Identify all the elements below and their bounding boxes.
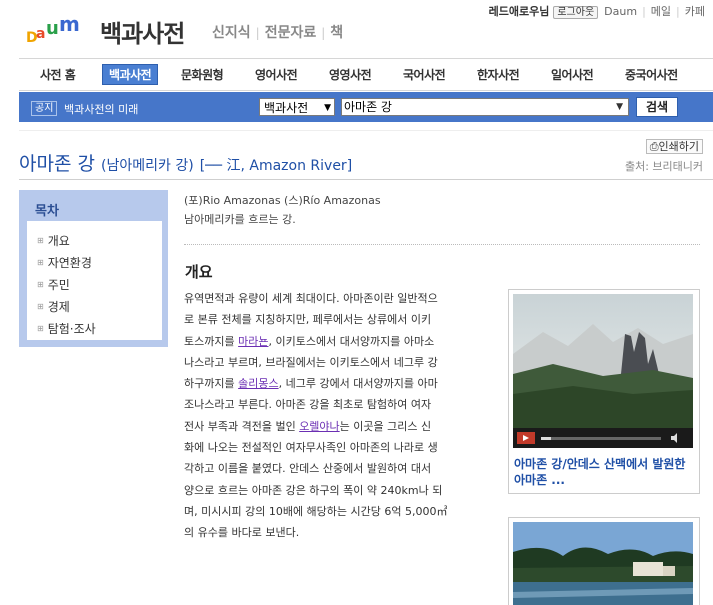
dictionary-title[interactable]: 백과사전 xyxy=(100,14,185,49)
dropdown-arrow-icon: ▼ xyxy=(324,103,331,113)
paragraph-line: 며, 미시시피 강의 10배에 해당하는 시간당 6억 5,000㎥ xyxy=(184,504,448,518)
toc-item[interactable]: ⊞ 개요 xyxy=(37,232,70,249)
search-button[interactable]: 검색 xyxy=(636,97,678,117)
toc-item[interactable]: ⊞ 주민 xyxy=(37,276,70,293)
article-source: 출처: 브리태니커 xyxy=(624,160,703,173)
utility-links: 레드애로우님 로그아웃 Daum | 메일 | 카페 xyxy=(488,5,705,19)
subnav-jisik[interactable]: 신지식 xyxy=(212,25,251,41)
paragraph-line: 전사 부족과 격전을 벌인 오렐야나는 이곳을 그리스 신 xyxy=(184,419,432,433)
article-title-hanja: [── 江, Amazon River] xyxy=(199,158,353,174)
table-of-contents: 목차 ⊞ 개요 ⊞ 자연환경 ⊞ 주민 ⊞ 경제 ⊞ 탐험·조사 xyxy=(19,190,168,347)
print-button[interactable]: ⎙인쇄하기 xyxy=(645,139,703,154)
video-thumbnail[interactable] xyxy=(513,294,693,448)
inline-link[interactable]: 마라뇬 xyxy=(238,335,268,348)
paragraph-line: 양으로 흐르는 아마존 강은 하구의 폭이 약 240km나 되 xyxy=(184,483,443,497)
article-title: 아마존 강 (남아메리카 강) [── 江, Amazon River] xyxy=(19,149,352,176)
paragraph-line: 로 본류 전체를 지칭하지만, 페루에서는 상류에서 이키 xyxy=(184,313,432,327)
article-title-sub: (남아메리카 강) xyxy=(101,158,194,174)
plus-icon: ⊞ xyxy=(37,280,44,289)
section-heading: 개요 xyxy=(185,263,213,281)
video-player[interactable]: 아마존 강/안데스 산맥에서 발원한 아마존 ... xyxy=(508,289,700,494)
plus-icon: ⊞ xyxy=(37,324,44,333)
paragraph-line: 조나스라고 부른다. 아마존 강을 최초로 탐험하여 여자 xyxy=(184,398,432,412)
tab-english[interactable]: 영어사전 xyxy=(255,66,298,83)
notice-badge: 공지 xyxy=(31,101,58,116)
paragraph-line: 토스까지를 마라뇬, 이키토스에서 대서양까지를 아마소 xyxy=(184,334,435,348)
paragraph-line: 하구까지를 솔리몽스, 네그루 강에서 대서양까지를 아마 xyxy=(184,377,438,391)
print-icon: ⎙ xyxy=(649,140,659,153)
paragraph-line: 나스라고 부르며, 브라질에서는 이키토스에서 네그루 강 xyxy=(184,355,438,369)
sub-navigation: 신지식 | 전문자료 | 책 xyxy=(212,25,344,41)
article-paragraph: 유역면적과 유량이 세계 최대이다. 아마존이란 일반적으로 본류 전체를 지칭… xyxy=(184,288,490,544)
svg-text:u: u xyxy=(46,18,59,39)
divider xyxy=(184,244,700,245)
autocomplete-arrow-icon[interactable]: ▼ xyxy=(616,99,623,115)
notice-link[interactable]: 백과사전의 미래 xyxy=(64,101,138,117)
inline-link[interactable]: 솔리몽스 xyxy=(238,377,278,390)
inline-link[interactable]: 오렐야나 xyxy=(299,420,339,433)
category-select[interactable]: 백과사전 ▼ xyxy=(259,98,335,116)
dictionary-tabs: 사전 홈 백과사전 문화원형 영어사전 영영사전 국어사전 한자사전 일어사전 … xyxy=(19,58,713,91)
paragraph-line: 유역면적과 유량이 세계 최대이다. 아마존이란 일반적으 xyxy=(184,292,438,305)
paragraph-line: 각하고 이름을 붙였다. 안데스 산중에서 발원하여 대서 xyxy=(184,462,432,476)
toc-item[interactable]: ⊞ 경제 xyxy=(37,298,70,315)
toc-list: ⊞ 개요 ⊞ 자연환경 ⊞ 주민 ⊞ 경제 ⊞ 탐험·조사 xyxy=(27,221,162,340)
alternate-names: (포)Rio Amazonas (스)Río Amazonas xyxy=(184,194,381,207)
logout-button[interactable]: 로그아웃 xyxy=(553,6,599,19)
tab-chinese[interactable]: 중국어사전 xyxy=(625,66,678,83)
search-input[interactable]: 아마존 강 ▼ xyxy=(341,98,629,116)
link-daum[interactable]: Daum xyxy=(604,5,637,18)
plus-icon: ⊞ xyxy=(37,258,44,267)
article-header: 아마존 강 (남아메리카 강) [── 江, Amazon River] ⎙인쇄… xyxy=(19,130,713,180)
search-bar: 공지 백과사전의 미래 백과사전 ▼ 아마존 강 ▼ 검색 xyxy=(19,92,713,122)
top-header: D a u m 백과사전 신지식 | 전문자료 | 책 레드애로우님 로그아웃 Daum | 메… xyxy=(0,0,713,56)
tab-home[interactable]: 사전 홈 xyxy=(40,66,76,83)
video-caption[interactable]: 아마존 강/안데스 산맥에서 발원한 아마존 ... xyxy=(514,456,698,488)
short-description: 남아메리카를 흐르는 강. xyxy=(184,213,296,226)
link-cafe[interactable]: 카페 xyxy=(685,5,705,18)
seek-bar[interactable] xyxy=(541,437,661,440)
tab-encyclopedia[interactable]: 백과사전 xyxy=(102,64,159,85)
category-select-value: 백과사전 xyxy=(264,101,309,115)
tab-japanese[interactable]: 일어사전 xyxy=(551,66,594,83)
toc-item[interactable]: ⊞ 탐험·조사 xyxy=(37,320,96,337)
username[interactable]: 레드애로우님 xyxy=(489,5,550,18)
article-title-main: 아마존 강 xyxy=(19,153,95,175)
link-mail[interactable]: 메일 xyxy=(651,5,671,18)
subnav-expert[interactable]: 전문자료 xyxy=(265,25,317,41)
svg-text:a: a xyxy=(36,26,45,42)
toc-item[interactable]: ⊞ 자연환경 xyxy=(37,254,92,271)
plus-icon: ⊞ xyxy=(37,236,44,245)
daum-logo[interactable]: D a u m xyxy=(26,14,92,44)
tab-korean[interactable]: 국어사전 xyxy=(403,66,446,83)
paragraph-line: 화에 나오는 전설적인 여자무사족인 아마존의 나라로 생 xyxy=(184,441,438,455)
subnav-book[interactable]: 책 xyxy=(330,25,343,41)
search-input-value: 아마존 강 xyxy=(344,100,392,114)
tab-english-english[interactable]: 영영사전 xyxy=(329,66,372,83)
video-controls xyxy=(513,428,693,448)
tab-hanja[interactable]: 한자사전 xyxy=(477,66,520,83)
volume-icon[interactable] xyxy=(671,433,677,443)
plus-icon: ⊞ xyxy=(37,302,44,311)
print-label: 인쇄하기 xyxy=(658,140,699,153)
photo-thumbnail[interactable] xyxy=(508,517,700,605)
toc-title: 목차 xyxy=(35,204,59,219)
paragraph-line: 의 유수를 바다로 보낸다. xyxy=(184,526,300,540)
svg-text:m: m xyxy=(59,14,80,36)
tab-culture[interactable]: 문화원형 xyxy=(181,66,224,83)
